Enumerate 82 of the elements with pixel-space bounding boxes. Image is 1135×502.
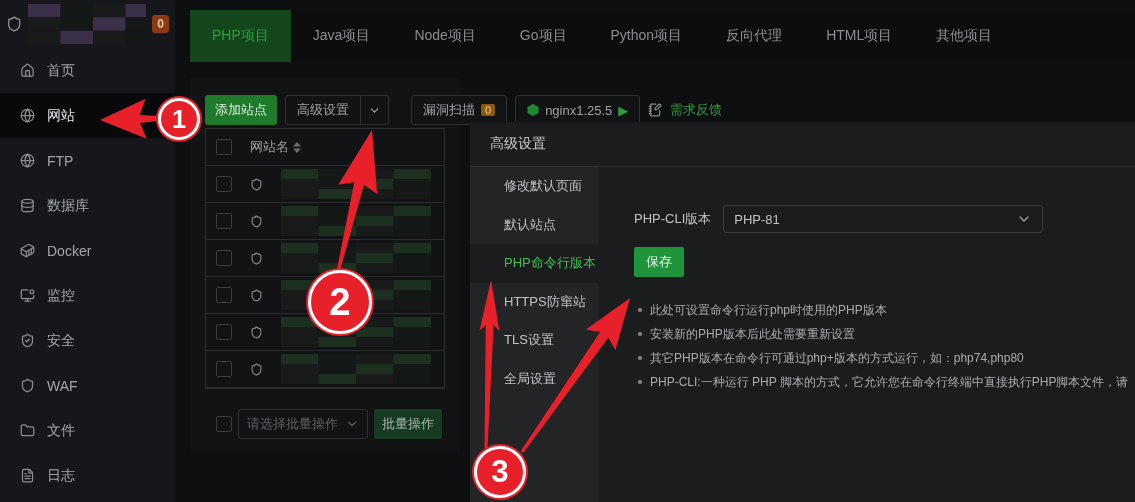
row-checkbox[interactable] bbox=[216, 287, 232, 303]
shield-icon bbox=[250, 214, 263, 228]
shield-icon bbox=[250, 251, 263, 265]
sort-icon bbox=[293, 141, 301, 153]
notification-badge: 0 bbox=[152, 15, 169, 33]
nav-label: 安全 bbox=[47, 331, 75, 350]
nav-label: FTP bbox=[47, 152, 74, 169]
nav-label: 文件 bbox=[47, 421, 75, 440]
scan-button[interactable]: 漏洞扫描 0 bbox=[411, 95, 508, 125]
nav-icon bbox=[20, 423, 35, 438]
nginx-button[interactable]: nginx1.25.5 ▶ bbox=[515, 95, 641, 125]
bullet-icon bbox=[638, 356, 642, 360]
select-all-checkbox[interactable] bbox=[216, 139, 232, 155]
nav-icon bbox=[20, 378, 35, 393]
sidebar-item[interactable]: 日志 bbox=[0, 453, 175, 498]
version-select[interactable]: PHP-81 bbox=[723, 205, 1044, 233]
row-checkbox[interactable] bbox=[216, 176, 232, 192]
settings-menu-item[interactable]: 默认站点 bbox=[504, 215, 556, 234]
nav-label: 数据库 bbox=[47, 196, 89, 215]
project-tab[interactable]: Java项目 bbox=[290, 10, 393, 62]
count-badge: 0 bbox=[481, 104, 496, 116]
sidebar-item[interactable]: 数据库 bbox=[0, 183, 175, 228]
sidebar-item[interactable]: 首页 bbox=[0, 48, 175, 93]
project-tab[interactable]: 反向代理 bbox=[704, 10, 805, 62]
sidebar-item[interactable]: 安全 bbox=[0, 318, 175, 363]
column-header: 网站名 bbox=[250, 138, 289, 156]
nav-icon bbox=[20, 333, 35, 348]
note-icon bbox=[648, 103, 663, 117]
sidebar-item[interactable]: FTP bbox=[0, 138, 175, 183]
project-tab[interactable]: Go项目 bbox=[497, 10, 589, 62]
project-tab[interactable]: Node项目 bbox=[392, 10, 498, 62]
shield-icon bbox=[250, 288, 263, 302]
bullet-icon bbox=[638, 380, 642, 384]
nav-label: WAF bbox=[47, 377, 78, 394]
project-tab[interactable]: Python项目 bbox=[588, 10, 705, 62]
note-text: 安装新的PHP版本后此处需要重新设置 bbox=[650, 326, 855, 343]
save-button[interactable]: 保存 bbox=[634, 247, 684, 277]
nav-label: 日志 bbox=[47, 466, 75, 485]
batch-checkbox[interactable] bbox=[216, 416, 232, 432]
batch-button[interactable]: 批量操作 bbox=[374, 409, 442, 439]
nav-label: 首页 bbox=[47, 61, 75, 80]
nav-icon bbox=[20, 468, 35, 483]
row-checkbox[interactable] bbox=[216, 361, 232, 377]
nav-icon bbox=[20, 243, 35, 258]
project-tab[interactable]: HTML项目 bbox=[804, 10, 915, 62]
feedback-link[interactable]: 需求反馈 bbox=[670, 101, 723, 119]
nav-label: 网站 bbox=[47, 106, 75, 125]
note-text: 此处可设置命令行运行php时使用的PHP版本 bbox=[650, 302, 887, 319]
add-site-button[interactable]: 添加站点 bbox=[205, 95, 277, 125]
project-tab[interactable]: 其他项目 bbox=[914, 10, 1015, 62]
note-text: 其它PHP版本在命令行可通过php+版本的方式运行，如：php74,php80 bbox=[650, 350, 1024, 367]
dialog-title: 高级设置 bbox=[490, 135, 546, 153]
shield-icon bbox=[250, 325, 263, 339]
nav-icon bbox=[20, 108, 35, 123]
row-checkbox[interactable] bbox=[216, 250, 232, 266]
dropdown-button[interactable] bbox=[361, 95, 389, 125]
nav-icon bbox=[20, 153, 35, 168]
row-checkbox[interactable] bbox=[216, 324, 232, 340]
shield-icon bbox=[250, 177, 263, 191]
advanced-settings-button[interactable]: 高级设置 bbox=[285, 95, 361, 125]
play-icon: ▶ bbox=[618, 102, 629, 118]
note-text: PHP-CLI:一种运行 PHP 脚本的方式，它允许您在命令行终端中直接执行PHP脚本文件，请 bbox=[650, 374, 1129, 391]
logo-icon bbox=[6, 15, 23, 33]
nav-icon bbox=[20, 198, 35, 213]
bullet-icon bbox=[638, 332, 642, 336]
settings-menu-item[interactable]: 全局设置 bbox=[504, 369, 556, 388]
nav-label: 监控 bbox=[47, 286, 75, 305]
sidebar-item[interactable]: Docker bbox=[0, 228, 175, 273]
sidebar-item[interactable]: WAF bbox=[0, 363, 175, 408]
nav-icon bbox=[20, 288, 35, 303]
nav-label: Docker bbox=[47, 242, 92, 259]
settings-menu-item[interactable]: HTTPS防窜站 bbox=[504, 292, 586, 311]
step-number: 1 bbox=[158, 98, 200, 140]
shield-icon bbox=[250, 362, 263, 376]
field-label: PHP-CLI版本 bbox=[634, 210, 712, 228]
settings-menu-item[interactable]: 修改默认页面 bbox=[504, 177, 582, 196]
row-checkbox[interactable] bbox=[216, 213, 232, 229]
sidebar-item[interactable]: 监控 bbox=[0, 273, 175, 318]
settings-menu-item[interactable]: TLS设置 bbox=[504, 331, 554, 350]
sidebar-item[interactable]: 文件 bbox=[0, 408, 175, 453]
nav-icon bbox=[20, 63, 35, 78]
bullet-icon bbox=[638, 308, 642, 312]
